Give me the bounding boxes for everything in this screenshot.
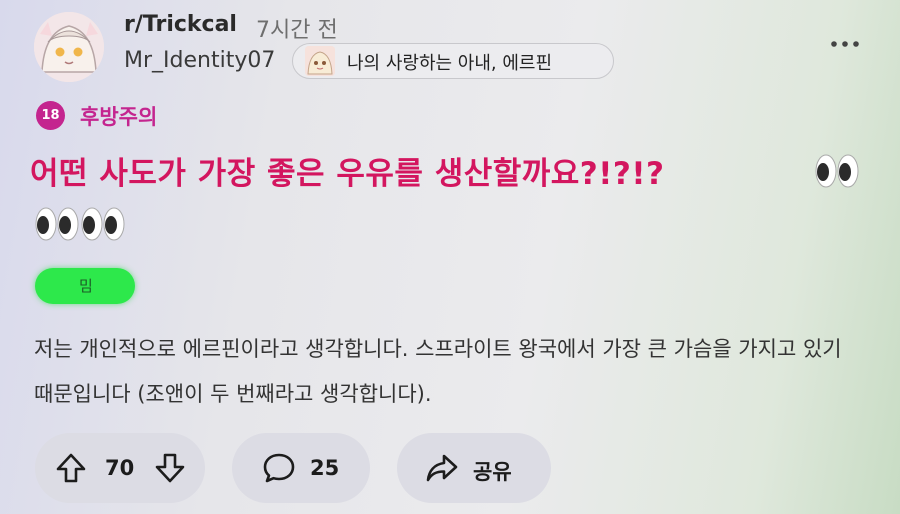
comment-count: 25 [310, 456, 340, 480]
community-name[interactable]: r/Trickcal [124, 12, 237, 37]
community-avatar[interactable] [34, 12, 104, 82]
vote-controls: 70 [35, 433, 205, 503]
post-title[interactable]: 어떤 사도가 가장 좋은 우유를 생산할까요?!?!? [30, 148, 665, 193]
author-name[interactable]: Mr_Identity07 [124, 48, 275, 73]
eyes-emoji-icon [80, 206, 126, 242]
eyes-emoji-icon [34, 206, 80, 242]
vote-count: 70 [105, 456, 135, 480]
nsfw-label: 후방주의 [80, 105, 158, 129]
comments-button[interactable]: 25 [232, 433, 370, 503]
share-button[interactable]: 공유 [397, 433, 551, 503]
share-arrow-icon [425, 452, 459, 484]
eyes-emoji-icon [814, 153, 860, 189]
post-time: 7시간 전 [256, 18, 338, 43]
more-options-icon[interactable] [830, 34, 860, 54]
flair-image [305, 46, 335, 76]
arrow-up-icon[interactable] [55, 452, 87, 484]
post-flair-tag[interactable]: 밈 [35, 268, 135, 304]
arrow-down-icon[interactable] [154, 452, 186, 484]
eyes-emoji-row [34, 206, 126, 242]
post-body: 저는 개인적으로 에르핀이라고 생각합니다. 스프라이트 왕국에서 가장 큰 가… [34, 337, 842, 406]
post-flair-label: 밈 [79, 277, 93, 295]
avatar-image [34, 12, 104, 82]
author-flair: 나의 사랑하는 아내, 에르핀 [292, 43, 614, 79]
share-label: 공유 [473, 460, 512, 484]
nsfw-badge: 18 [36, 101, 65, 130]
flair-text: 나의 사랑하는 아내, 에르핀 [347, 53, 553, 74]
chat-bubble-icon [262, 452, 296, 484]
